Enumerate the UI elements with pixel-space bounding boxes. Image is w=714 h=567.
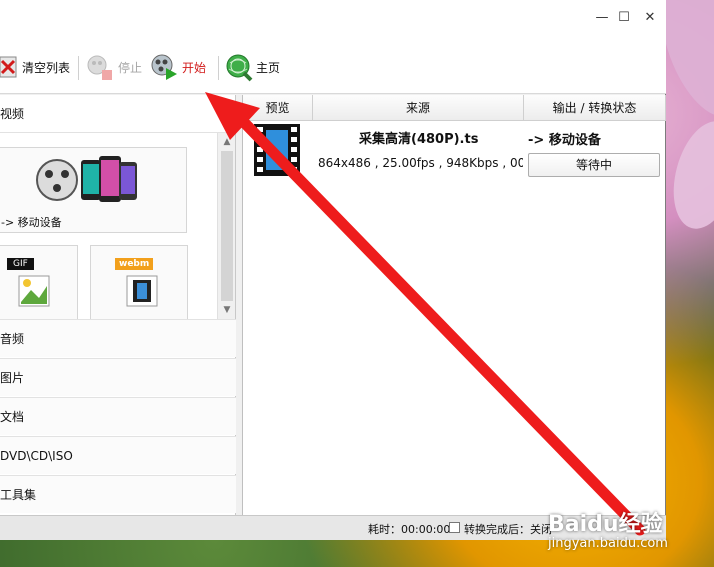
scroll-thumb[interactable]	[221, 151, 233, 301]
format-tile-gif[interactable]: GIF	[0, 245, 78, 319]
clear-list-button[interactable]: 清空列表	[0, 52, 70, 82]
webm-badge: webm	[115, 258, 154, 270]
category-document[interactable]: 文档	[0, 397, 236, 435]
output-target: -> 移动设备	[528, 133, 601, 148]
category-dvd-cd-iso[interactable]: DVD\CD\ISO	[0, 436, 236, 474]
toolbar-separator	[218, 56, 219, 80]
tile-mobile-label: -> 移动设备	[1, 216, 62, 229]
format-scrollbar[interactable]: ▲ ▼	[217, 133, 235, 319]
format-panel: 视频 -> 移动设备 GIF webm ▲ ▼ 音频 图片 文档 DVD\CD\…	[0, 95, 236, 515]
category-label: 图片	[0, 371, 25, 385]
stop-icon	[86, 53, 114, 81]
watermark-brand: Baidu经验	[548, 512, 663, 537]
column-source[interactable]: 来源	[313, 95, 524, 121]
stop-button[interactable]: 停止	[86, 52, 142, 82]
status-button[interactable]: 等待中	[528, 153, 660, 177]
format-tile-webm[interactable]: webm	[90, 245, 188, 319]
column-preview[interactable]: 预览	[243, 95, 313, 121]
after-done-checkbox[interactable]	[449, 522, 460, 533]
start-button[interactable]: 开始	[150, 52, 206, 82]
flower-petal	[662, 114, 714, 236]
format-tile-mobile[interactable]: -> 移动设备	[0, 147, 187, 233]
after-done-label: 转换完成后：关闭	[464, 523, 552, 536]
home-label: 主页	[256, 60, 281, 75]
category-video-header[interactable]: 视频	[0, 95, 236, 133]
category-audio[interactable]: 音频	[0, 319, 236, 357]
app-window: — ☐ ✕ 清空列表 停止 开始 主页 视频 -> 移动设备 GIF webm …	[0, 0, 666, 540]
category-video-label: 视频	[0, 107, 25, 121]
category-image[interactable]: 图片	[0, 358, 236, 396]
toolbar: 清空列表 停止 开始 主页	[0, 36, 666, 94]
category-toolset[interactable]: 工具集	[0, 475, 236, 513]
video-file-icon	[254, 124, 300, 176]
table-row[interactable]: 采集高清(480P).ts 864x486 , 25.00fps , 948Kb…	[243, 121, 666, 183]
task-list: 预览 来源 输出 / 转换状态 采集高清(480P).ts 864x486 , …	[242, 95, 666, 515]
home-button[interactable]: 主页	[224, 52, 280, 82]
category-label: 音频	[0, 332, 25, 346]
close-button[interactable]: ✕	[640, 8, 660, 28]
category-label: 工具集	[0, 488, 37, 502]
start-icon	[150, 53, 178, 81]
category-label: 文档	[0, 410, 25, 424]
clear-list-label: 清空列表	[22, 60, 71, 75]
file-meta: 864x486 , 25.00fps , 948Kbps , 00:0	[318, 156, 523, 170]
toolbar-separator	[78, 56, 79, 80]
file-name: 采集高清(480P).ts	[359, 132, 479, 147]
watermark-url: jingyan.baidu.com	[548, 536, 668, 551]
category-label: DVD\CD\ISO	[0, 448, 73, 463]
gif-image-icon	[18, 275, 50, 307]
elapsed-time: 耗时：00:00:00	[368, 523, 451, 536]
scroll-up-icon[interactable]: ▲	[220, 135, 234, 149]
stop-label: 停止	[118, 60, 143, 75]
minimize-button[interactable]: —	[592, 8, 612, 28]
gif-badge: GIF	[7, 258, 34, 270]
title-bar: — ☐ ✕	[0, 0, 666, 36]
column-output-status[interactable]: 输出 / 转换状态	[524, 95, 666, 121]
mobile-devices-icon	[36, 156, 137, 202]
clear-list-icon	[0, 53, 18, 81]
maximize-button[interactable]: ☐	[614, 8, 634, 28]
home-globe-icon	[224, 53, 253, 82]
webm-film-icon	[126, 275, 158, 307]
format-grid: -> 移动设备 GIF webm	[0, 133, 217, 319]
scroll-down-icon[interactable]: ▼	[220, 303, 234, 317]
start-label: 开始	[182, 60, 207, 75]
